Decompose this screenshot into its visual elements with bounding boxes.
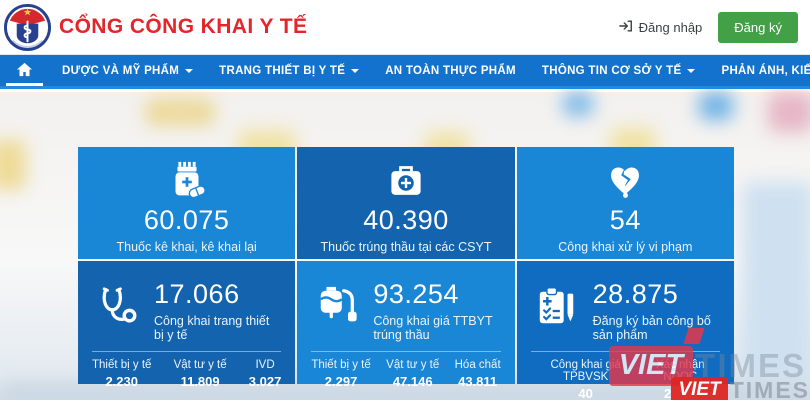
substat: Công khai giá TPBVSK 40: [531, 359, 641, 400]
broken-heart-icon: [603, 158, 647, 204]
stats-panel: 60.075 Thuốc kê khai, kê khai lại 40.390…: [78, 147, 734, 384]
nav-item-label: THÔNG TIN CƠ SỞ Y TẾ: [542, 65, 682, 77]
stat-label: Công khai trang thiết bị y tế: [154, 314, 279, 342]
divider: [531, 351, 720, 352]
divider: [311, 351, 500, 352]
chevron-down-icon: [351, 69, 359, 73]
stat-card-ttbyt-price[interactable]: 93.254 Công khai giá TTBYT trúng thầu Th…: [297, 261, 514, 384]
stat-card-violations[interactable]: 54 Công khai xử lý vi phạm: [517, 147, 734, 259]
stat-card-drug-declaration[interactable]: 60.075 Thuốc kê khai, kê khai lại: [78, 147, 295, 259]
background-blur: [145, 98, 215, 126]
iv-drip-icon: [315, 285, 359, 334]
nav-item-label: TRANG THIẾT BỊ Y TẾ: [219, 65, 345, 77]
background-blur: [699, 92, 733, 120]
stat-label: Thuốc trúng thầu tại các CSYT: [321, 240, 492, 254]
chevron-down-icon: [687, 69, 695, 73]
divider: [92, 351, 281, 352]
substat: Thiết bị y tế 2.297: [311, 359, 370, 389]
stat-value: 93.254: [373, 278, 498, 312]
background-blur: [0, 140, 26, 190]
stat-card-product-announcement[interactable]: 28.875 Đăng ký bản công bố sản phẩm Công…: [517, 261, 734, 384]
stat-value: 60.075: [144, 204, 230, 238]
stat-main: 17.066 Công khai trang thiết bị y tế: [154, 278, 279, 342]
register-button[interactable]: Đăng ký: [718, 12, 798, 43]
nav-item-label: DƯỢC VÀ MỸ PHẨM: [62, 65, 179, 77]
substats: Công khai giá TPBVSK 40 Xác nhận NDQC 2.…: [517, 359, 734, 400]
nav-item-label: AN TOÀN THỰC PHẨM: [385, 65, 516, 77]
home-icon: [16, 62, 33, 80]
substat: IVD 3.027: [249, 359, 282, 389]
substat: Xác nhận NDQC 2.724: [641, 359, 720, 400]
main-nav: DƯỢC VÀ MỸ PHẨM TRANG THIẾT BỊ Y TẾ AN T…: [0, 55, 810, 89]
header: CỔNG CÔNG KHAI Y TẾ Đăng nhập Đăng ký: [0, 0, 810, 55]
stat-label: Công khai giá TTBYT trúng thầu: [373, 314, 498, 342]
stat-card-medical-equipment[interactable]: 17.066 Công khai trang thiết bị y tế Thi…: [78, 261, 295, 384]
substat: Vật tư y tế 47.146: [386, 359, 439, 389]
background-blur: [768, 92, 810, 132]
stat-value: 40.390: [363, 204, 449, 238]
nav-item-an-toan-thuc-pham[interactable]: AN TOÀN THỰC PHẨM: [372, 55, 529, 86]
page-title: CỔNG CÔNG KHAI Y TẾ: [59, 15, 307, 39]
stat-value: 54: [610, 204, 641, 238]
chevron-down-icon: [185, 69, 193, 73]
substats: Thiết bị y tế 2.297 Vật tư y tế 47.146 H…: [297, 359, 514, 389]
page: CỔNG CÔNG KHAI Y TẾ Đăng nhập Đăng ký: [0, 0, 810, 400]
substats: Thiết bị y tế 2.230 Vật tư y tế 11.809 I…: [78, 359, 295, 389]
stat-card-drug-bidding[interactable]: 40.390 Thuốc trúng thầu tại các CSYT: [297, 147, 514, 259]
nav-home[interactable]: [0, 55, 49, 86]
stat-value: 17.066: [154, 278, 279, 312]
stat-label: Công khai xử lý vi phạm: [558, 240, 692, 254]
nav-item-phan-anh-kien-nghi[interactable]: PHẢN ÁNH, KIẾN NGHỊ: [708, 55, 810, 86]
sign-in-icon: [619, 19, 633, 36]
first-aid-kit-icon: [385, 158, 427, 204]
login-label: Đăng nhập: [639, 20, 703, 35]
nav-item-duoc-va-my-pham[interactable]: DƯỢC VÀ MỸ PHẨM: [49, 55, 206, 86]
background-blur: [742, 182, 810, 382]
nav-item-thong-tin-co-so-y-te[interactable]: THÔNG TIN CƠ SỞ Y TẾ: [529, 55, 709, 86]
substat: Hóa chất 43.811: [455, 359, 501, 389]
stat-value: 28.875: [593, 278, 718, 312]
clipboard-check-icon: [535, 285, 579, 334]
ministry-of-health-logo-icon[interactable]: [4, 4, 51, 51]
stat-main: 93.254 Công khai giá TTBYT trúng thầu: [373, 278, 498, 342]
pill-bottle-icon: [165, 158, 209, 204]
stat-label: Thuốc kê khai, kê khai lại: [116, 240, 256, 254]
login-link[interactable]: Đăng nhập: [619, 19, 703, 36]
content-background: 60.075 Thuốc kê khai, kê khai lại 40.390…: [0, 92, 810, 400]
stethoscope-icon: [96, 285, 140, 334]
substat: Vật tư y tế 11.809: [174, 359, 227, 389]
header-actions: Đăng nhập Đăng ký: [619, 12, 798, 43]
nav-item-trang-thiet-bi-y-te[interactable]: TRANG THIẾT BỊ Y TẾ: [206, 55, 372, 86]
nav-item-label: PHẢN ÁNH, KIẾN NGHỊ: [721, 65, 810, 77]
substat: Thiết bị y tế 2.230: [92, 359, 151, 389]
background-blur: [563, 92, 593, 116]
